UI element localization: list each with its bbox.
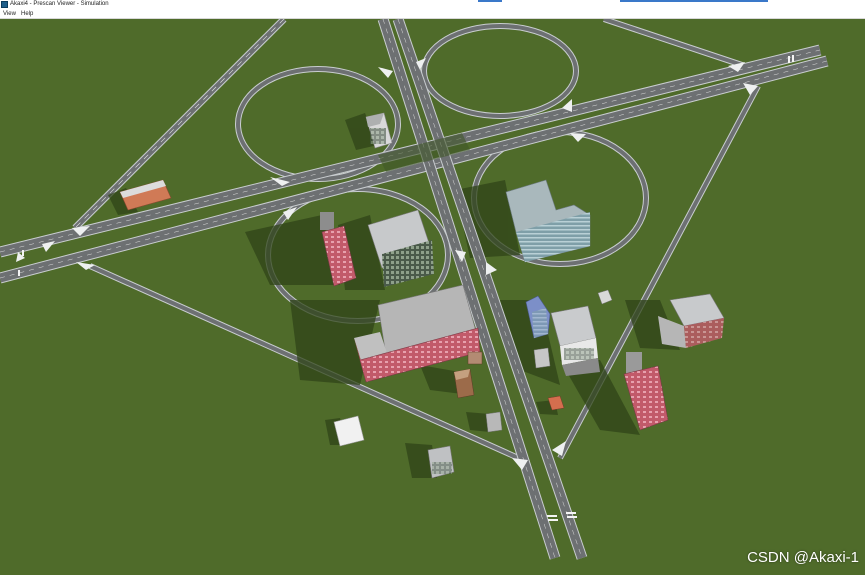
building-small-brown-2 bbox=[467, 351, 483, 365]
3d-viewport[interactable]: CSDN @Akaxi-1 bbox=[0, 19, 865, 575]
building-grey-small-south bbox=[427, 445, 455, 479]
menu-view[interactable]: View bbox=[3, 10, 16, 19]
building-small-grey-cube bbox=[533, 347, 551, 369]
app-icon bbox=[1, 1, 8, 8]
titlebar-accent-right bbox=[620, 0, 768, 2]
scene-canvas[interactable] bbox=[0, 19, 865, 575]
building-small-grey-2 bbox=[485, 411, 503, 433]
titlebar-accent-left bbox=[478, 0, 502, 2]
csdn-watermark: CSDN @Akaxi-1 bbox=[747, 549, 859, 566]
menu-bar: View Help bbox=[0, 10, 865, 19]
window-title: Akaxi4 - Prescan Viewer - Simulation bbox=[10, 1, 109, 7]
title-bar: Akaxi4 - Prescan Viewer - Simulation bbox=[0, 0, 865, 10]
menu-help[interactable]: Help bbox=[21, 10, 33, 19]
